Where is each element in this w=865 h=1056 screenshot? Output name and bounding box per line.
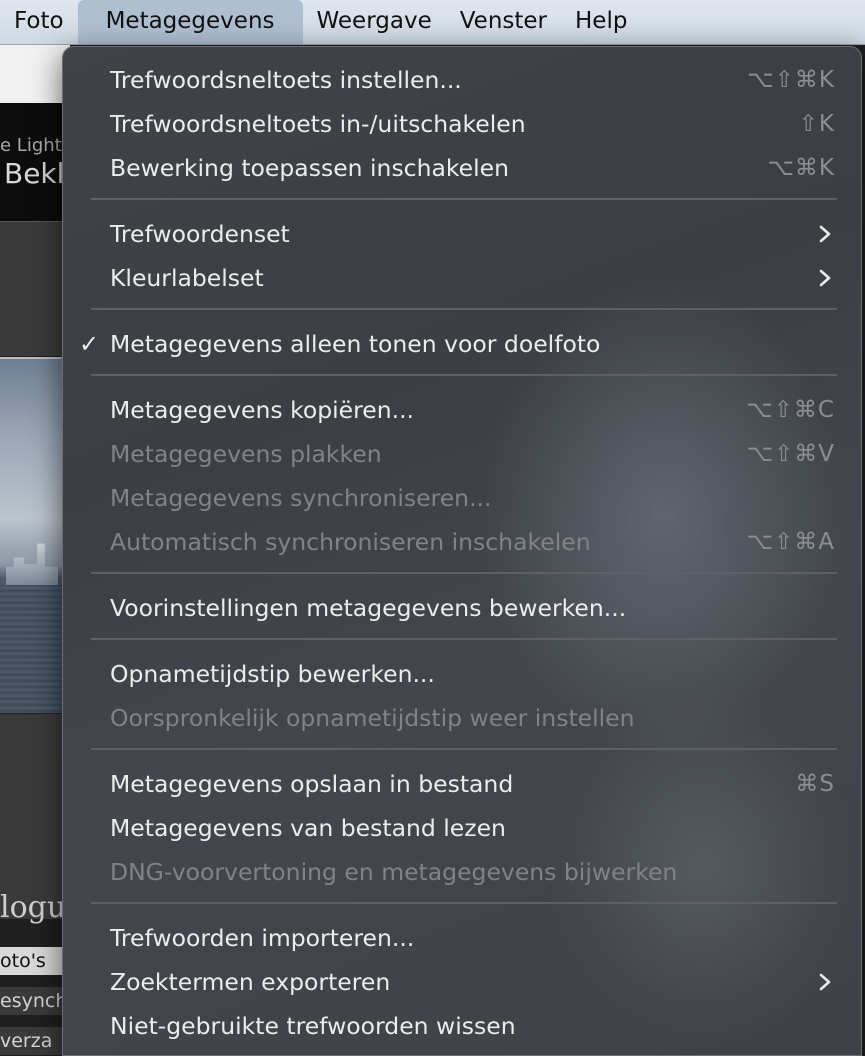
menu-item-label: Trefwoordsneltoets instellen...: [110, 66, 462, 94]
menu-item-shortcut: ⌥⌘K: [767, 155, 835, 181]
menu-item-shortcut: ⌥⇧⌘K: [747, 67, 835, 93]
menu-item-shortcut: ⌥⇧⌘C: [746, 397, 835, 423]
left-panel-top: [0, 221, 70, 356]
menu-item-edit-capture-time[interactable]: Opnametijdstip bewerken...: [63, 652, 861, 696]
menu-item-import-keywords[interactable]: Trefwoorden importeren...: [63, 916, 861, 960]
skyline-shape: [6, 543, 58, 585]
menu-separator: [91, 748, 837, 750]
menu-item-save-metadata-to-file[interactable]: Metagegevens opslaan in bestand ⌘S: [63, 762, 861, 806]
menu-item-label: Metagegevens van bestand lezen: [110, 814, 506, 842]
menu-help[interactable]: Help: [561, 0, 641, 44]
menu-item-label: Metagegevens kopiëren...: [110, 396, 415, 424]
catalog-panel-title: logus: [0, 890, 70, 925]
chevron-right-icon: [819, 269, 831, 287]
menu-item-label: Trefwoordenset: [110, 220, 290, 248]
module-title: Bekl: [4, 157, 65, 190]
left-panel-bottom: [0, 713, 70, 919]
catalog-row-collection[interactable]: verza: [0, 1027, 70, 1055]
catalog-row-photos[interactable]: oto's: [0, 947, 70, 975]
menu-item-update-dng-preview: DNG-voorvertoning en metagegevens bijwer…: [63, 850, 861, 894]
menu-item-label: Metagegevens opslaan in bestand: [110, 770, 514, 798]
menu-item-copy-metadata[interactable]: Metagegevens kopiëren... ⌥⇧⌘C: [63, 388, 861, 432]
menu-item-shortcut: ⌥⇧⌘A: [746, 529, 835, 555]
menu-separator: [91, 638, 837, 640]
menu-item-label: Oorspronkelijk opnametijdstip weer inste…: [110, 704, 635, 732]
photo-preview: [0, 357, 70, 713]
menu-item-label: Metagegevens synchroniseren...: [110, 484, 492, 512]
menu-metagegevens[interactable]: Metagegevens: [77, 0, 303, 44]
menu-item-purge-unused-keywords[interactable]: Niet-gebruikte trefwoorden wissen: [63, 1004, 861, 1048]
menu-item-keyword-shortcut-set[interactable]: Trefwoordsneltoets instellen... ⌥⇧⌘K: [63, 58, 861, 102]
menu-item-shortcut: ⌥⇧⌘V: [746, 441, 835, 467]
menu-item-auto-sync: Automatisch synchroniseren inschakelen ⌥…: [63, 520, 861, 564]
metagegevens-dropdown-menu: Trefwoordsneltoets instellen... ⌥⇧⌘K Tre…: [62, 46, 862, 1056]
menu-item-shortcut: ⌘S: [795, 771, 835, 797]
menu-item-label: Trefwoorden importeren...: [110, 924, 415, 952]
menu-item-revert-capture-time: Oorspronkelijk opnametijdstip weer inste…: [63, 696, 861, 740]
menu-item-sync-metadata: Metagegevens synchroniseren...: [63, 476, 861, 520]
menu-item-label: Opnametijdstip bewerken...: [110, 660, 435, 688]
menu-item-export-keywords[interactable]: Zoektermen exporteren: [63, 960, 861, 1004]
menu-item-read-metadata-from-file[interactable]: Metagegevens van bestand lezen: [63, 806, 861, 850]
menu-item-show-metadata-target-only[interactable]: ✓ Metagegevens alleen tonen voor doelfot…: [63, 322, 861, 366]
menu-separator: [91, 198, 837, 200]
chevron-right-icon: [819, 973, 831, 991]
menu-item-color-label-set[interactable]: Kleurlabelset: [63, 256, 861, 300]
water-shape: [0, 585, 70, 713]
menu-item-shortcut: ⇧K: [798, 111, 835, 137]
menu-separator: [91, 374, 837, 376]
background-window: e Lightr Bekl logus oto's esynch verza: [0, 45, 70, 1056]
menu-item-label: Automatisch synchroniseren inschakelen: [110, 528, 591, 556]
menu-item-keyword-shortcut-toggle[interactable]: Trefwoordsneltoets in-/uitschakelen ⇧K: [63, 102, 861, 146]
window-toolbar: [0, 45, 70, 103]
menu-item-label: Zoektermen exporteren: [110, 968, 391, 996]
menu-item-label: Voorinstellingen metagegevens bewerken..…: [110, 594, 627, 622]
menu-item-label: Kleurlabelset: [110, 264, 264, 292]
menu-item-label: Metagegevens alleen tonen voor doelfoto: [110, 330, 601, 358]
chevron-right-icon: [819, 225, 831, 243]
menu-item-label: Metagegevens plakken: [110, 440, 382, 468]
menu-bar: Foto Metagegevens Weergave Venster Help: [0, 0, 865, 45]
menu-weergave[interactable]: Weergave: [303, 0, 446, 44]
menu-item-label: Trefwoordsneltoets in-/uitschakelen: [110, 110, 526, 138]
menu-separator: [91, 902, 837, 904]
menu-separator: [91, 308, 837, 310]
menu-item-paste-metadata: Metagegevens plakken ⌥⇧⌘V: [63, 432, 861, 476]
menu-item-label: Bewerking toepassen inschakelen: [110, 154, 510, 182]
menu-item-edit-metadata-presets[interactable]: Voorinstellingen metagegevens bewerken..…: [63, 586, 861, 630]
menu-venster[interactable]: Venster: [446, 0, 561, 44]
checkmark-icon: ✓: [79, 330, 100, 358]
menu-item-label: DNG-voorvertoning en metagegevens bijwer…: [110, 858, 678, 886]
menu-item-label: Niet-gebruikte trefwoorden wissen: [110, 1012, 516, 1040]
menu-item-enable-painting[interactable]: Bewerking toepassen inschakelen ⌥⌘K: [63, 146, 861, 190]
menu-foto[interactable]: Foto: [0, 0, 78, 44]
menu-separator: [91, 572, 837, 574]
menu-item-keyword-set[interactable]: Trefwoordenset: [63, 212, 861, 256]
catalog-row-sync[interactable]: esynch: [0, 987, 70, 1015]
brand-text: e Lightr: [0, 135, 70, 156]
